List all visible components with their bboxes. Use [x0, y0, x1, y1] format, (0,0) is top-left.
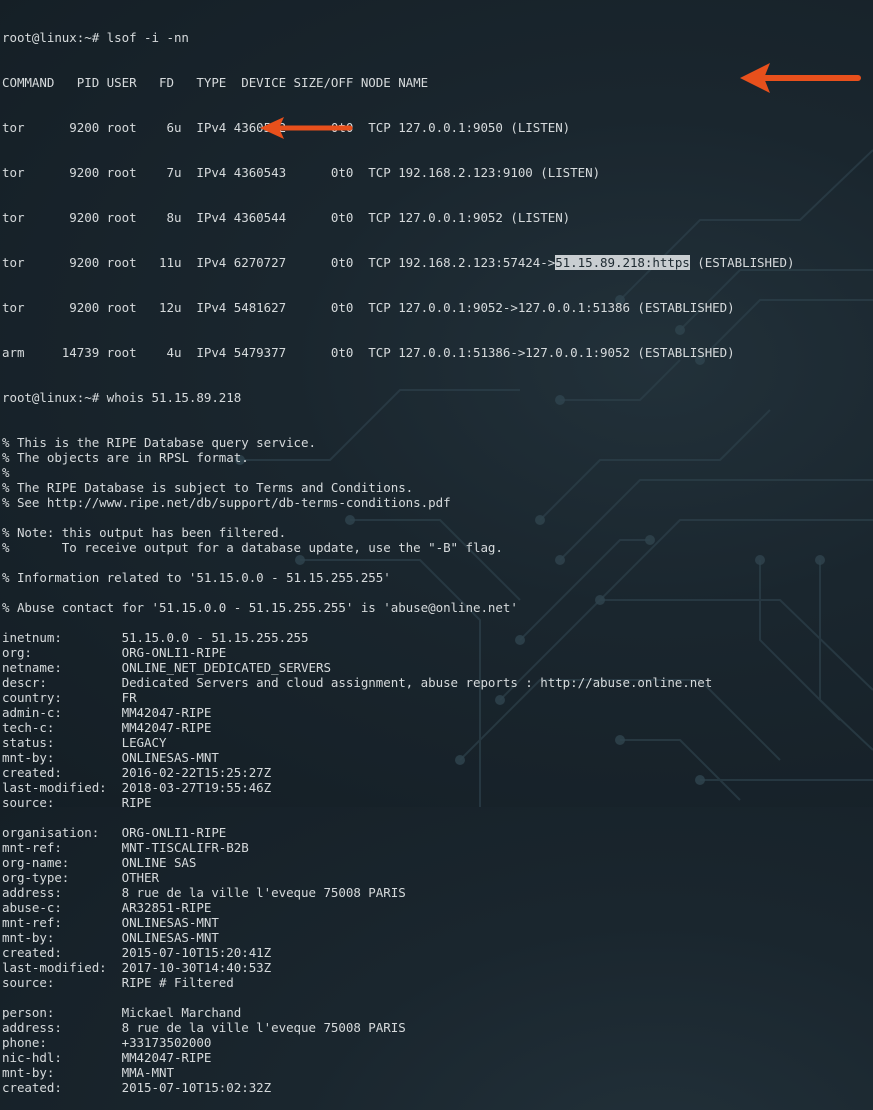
- whois-line: org-type: OTHER: [2, 870, 159, 885]
- whois-line: phone: +33173502000: [2, 1035, 212, 1050]
- whois-line: [2, 810, 794, 825]
- whois-line: tech-c: MM42047-RIPE: [2, 720, 212, 735]
- whois-output: % This is the RIPE Database query servic…: [2, 435, 794, 1095]
- whois-line: % This is the RIPE Database query servic…: [2, 435, 316, 450]
- whois-line: source: RIPE: [2, 795, 152, 810]
- whois-line: % The RIPE Database is subject to Terms …: [2, 480, 414, 495]
- whois-line: % See http://www.ripe.net/db/support/db-…: [2, 495, 451, 510]
- prompt: root@linux:~#: [2, 390, 107, 405]
- whois-line: admin-c: MM42047-RIPE: [2, 705, 212, 720]
- command-text: whois 51.15.89.218: [106, 390, 242, 405]
- whois-line: status: LEGACY: [2, 735, 167, 750]
- command-line-lsof: root@linux:~# lsof -i -nn: [2, 30, 794, 45]
- whois-line: mnt-ref: ONLINESAS-MNT: [2, 915, 219, 930]
- whois-line: created: 2015-07-10T15:20:41Z: [2, 945, 272, 960]
- whois-line: [2, 555, 794, 570]
- whois-line: [2, 585, 794, 600]
- whois-line: [2, 510, 794, 525]
- lsof-row: tor 9200 root 7u IPv4 4360543 0t0 TCP 19…: [2, 165, 601, 180]
- whois-line: % Note: this output has been filtered.: [2, 525, 287, 540]
- lsof-row-prefix: tor 9200 root 11u IPv4 6270727 0t0 TCP 1…: [2, 255, 556, 270]
- whois-line: organisation: ORG-ONLI1-RIPE: [2, 825, 227, 840]
- whois-line: % The objects are in RPSL format.: [2, 450, 249, 465]
- lsof-row: tor 9200 root 6u IPv4 4360542 0t0 TCP 12…: [2, 120, 571, 135]
- whois-line: %: [2, 465, 10, 480]
- whois-line: nic-hdl: MM42047-RIPE: [2, 1050, 212, 1065]
- whois-line: person: Mickael Marchand: [2, 1005, 242, 1020]
- selected-remote-address[interactable]: 51.15.89.218:https: [555, 255, 690, 270]
- whois-line: org: ORG-ONLI1-RIPE: [2, 645, 227, 660]
- command-text: lsof -i -nn: [106, 30, 189, 45]
- command-line-whois: root@linux:~# whois 51.15.89.218: [2, 390, 794, 405]
- whois-line: address: 8 rue de la ville l'eveque 7500…: [2, 885, 406, 900]
- arrow-to-address-icon: [740, 63, 861, 93]
- whois-line: org-name: ONLINE SAS: [2, 855, 197, 870]
- terminal-output[interactable]: root@linux:~# lsof -i -nn COMMAND PID US…: [2, 0, 794, 1110]
- prompt: root@linux:~#: [2, 30, 107, 45]
- whois-line: descr: Dedicated Servers and cloud assig…: [2, 675, 713, 690]
- lsof-header: COMMAND PID USER FD TYPE DEVICE SIZE/OFF…: [2, 75, 429, 90]
- lsof-row: arm 14739 root 4u IPv4 5479377 0t0 TCP 1…: [2, 345, 735, 360]
- whois-line: mnt-by: ONLINESAS-MNT: [2, 930, 219, 945]
- whois-line: inetnum: 51.15.0.0 - 51.15.255.255: [2, 630, 309, 645]
- lsof-row: tor 9200 root 12u IPv4 5481627 0t0 TCP 1…: [2, 300, 735, 315]
- lsof-row-highlighted: tor 9200 root 11u IPv4 6270727 0t0 TCP 1…: [2, 255, 794, 270]
- whois-line: % Abuse contact for '51.15.0.0 - 51.15.2…: [2, 600, 518, 615]
- whois-line: mnt-by: MMA-MNT: [2, 1065, 174, 1080]
- lsof-row-suffix: (ESTABLISHED): [689, 255, 795, 270]
- arrow-to-command-icon: [260, 117, 353, 139]
- whois-line: country: FR: [2, 690, 137, 705]
- whois-line: created: 2015-07-10T15:02:32Z: [2, 1080, 272, 1095]
- lsof-row: tor 9200 root 8u IPv4 4360544 0t0 TCP 12…: [2, 210, 571, 225]
- whois-line: address: 8 rue de la ville l'eveque 7500…: [2, 1020, 406, 1035]
- whois-line: mnt-by: ONLINESAS-MNT: [2, 750, 219, 765]
- whois-line: created: 2016-02-22T15:25:27Z: [2, 765, 272, 780]
- whois-line: [2, 615, 794, 630]
- whois-line: abuse-c: AR32851-RIPE: [2, 900, 212, 915]
- whois-line: netname: ONLINE_NET_DEDICATED_SERVERS: [2, 660, 331, 675]
- whois-line: % To receive output for a database updat…: [2, 540, 503, 555]
- whois-line: last-modified: 2018-03-27T19:55:46Z: [2, 780, 272, 795]
- whois-line: source: RIPE # Filtered: [2, 975, 234, 990]
- whois-line: % Information related to '51.15.0.0 - 51…: [2, 570, 391, 585]
- whois-line: last-modified: 2017-10-30T14:40:53Z: [2, 960, 272, 975]
- whois-line: [2, 990, 794, 1005]
- whois-line: mnt-ref: MNT-TISCALIFR-B2B: [2, 840, 249, 855]
